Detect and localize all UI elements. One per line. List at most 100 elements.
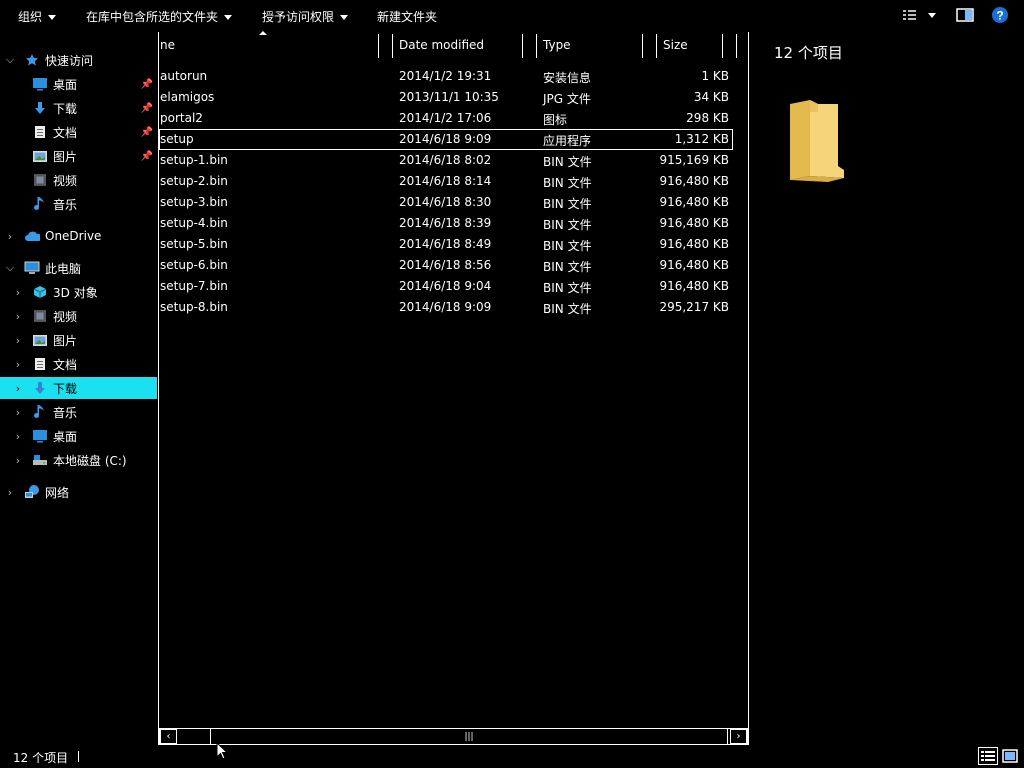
chevron-right-icon[interactable]: ›	[13, 382, 23, 395]
nav-quick-access[interactable]: ⌵ 快速访问	[0, 49, 157, 71]
column-header-name[interactable]: ne	[160, 32, 378, 58]
nav-item-pc-downloads[interactable]: › 下载	[0, 377, 157, 399]
nav-item-pc-desktop[interactable]: › 桌面	[0, 425, 157, 447]
nav-this-pc[interactable]: ⌵ 此电脑	[0, 257, 157, 279]
nav-label: 文档	[53, 357, 78, 372]
chevron-right-icon[interactable]: ›	[13, 358, 23, 371]
file-type: BIN 文件	[543, 260, 592, 274]
column-divider[interactable]	[642, 34, 643, 58]
large-icons-view-button[interactable]	[1000, 747, 1020, 765]
horizontal-scrollbar[interactable]: ‹ ||| ›	[159, 728, 748, 745]
nav-label: 本地磁盘 (C:)	[53, 453, 127, 468]
nav-item-downloads[interactable]: 下载 📌	[0, 97, 157, 119]
file-name: autorun	[160, 69, 208, 83]
column-header-date[interactable]: Date modified	[399, 32, 521, 58]
pin-icon: 📌	[140, 126, 153, 138]
file-type: BIN 文件	[543, 176, 592, 190]
chevron-right-icon[interactable]: ›	[13, 310, 23, 323]
preview-title: 12 个项目	[774, 44, 843, 62]
chevron-right-icon[interactable]: ›	[13, 286, 23, 299]
nav-onedrive[interactable]: › OneDrive	[0, 225, 157, 247]
nav-item-desktop[interactable]: 桌面 📌	[0, 73, 157, 95]
chevron-right-icon[interactable]: ›	[13, 406, 23, 419]
nav-item-pc-music[interactable]: › 音乐	[0, 401, 157, 423]
navigation-pane: ⌵ 快速访问 桌面 📌 下载 📌 文档 📌 图片 📌 视频 音乐 › OneDr…	[0, 44, 157, 744]
file-row[interactable]: setup-4.bin 2014/6/18 8:39 BIN 文件 916,480 K…	[159, 213, 733, 234]
chevron-right-icon[interactable]: ›	[13, 334, 23, 347]
column-divider[interactable]	[378, 34, 379, 58]
nav-label: 快速访问	[45, 53, 94, 68]
file-row[interactable]: setup-6.bin 2014/6/18 8:56 BIN 文件 916,480 K…	[159, 255, 733, 276]
computer-icon	[24, 260, 40, 276]
include-in-library-menu[interactable]: 在库中包含所选的文件夹	[86, 8, 233, 25]
file-row[interactable]: elamigos 2013/11/1 10:35 JPG 文件 34 KB	[159, 87, 733, 108]
file-row[interactable]: autorun 2014/1/2 19:31 安装信息 1 KB	[159, 66, 733, 87]
column-divider[interactable]	[392, 34, 393, 58]
network-icon	[24, 484, 40, 500]
scrollbar-thumb[interactable]: |||	[210, 729, 728, 744]
desktop-icon	[32, 428, 48, 444]
nav-item-pc-videos[interactable]: › 视频	[0, 305, 157, 327]
file-size: 916,480 KB	[659, 195, 729, 209]
file-date-modified: 2014/6/18 8:39	[399, 216, 492, 230]
chevron-right-icon[interactable]: ›	[13, 454, 23, 467]
nav-item-pc-documents[interactable]: › 文档	[0, 353, 157, 375]
file-name: setup-7.bin	[160, 279, 228, 293]
file-type: BIN 文件	[543, 302, 592, 316]
nav-label: 桌面	[53, 429, 78, 444]
nav-item-videos[interactable]: 视频	[0, 169, 157, 191]
column-divider[interactable]	[536, 34, 537, 58]
nav-item-documents[interactable]: 文档 📌	[0, 121, 157, 143]
file-type: BIN 文件	[543, 281, 592, 295]
new-folder-label: 新建文件夹	[377, 10, 438, 24]
column-divider[interactable]	[656, 34, 657, 58]
nav-label: 下载	[53, 101, 78, 116]
file-size: 295,217 KB	[659, 300, 729, 314]
file-size: 915,169 KB	[659, 153, 729, 167]
chevron-down-icon	[224, 15, 233, 20]
file-date-modified: 2014/6/18 9:04	[399, 279, 492, 293]
file-size: 298 KB	[686, 111, 729, 125]
file-type: BIN 文件	[543, 218, 592, 232]
file-type: 图标	[543, 113, 568, 127]
organize-menu[interactable]: 组织	[18, 8, 57, 25]
nav-item-music[interactable]: 音乐	[0, 193, 157, 215]
file-row[interactable]: setup-8.bin 2014/6/18 9:09 BIN 文件 295,217 K…	[159, 297, 733, 318]
file-row[interactable]: setup-5.bin 2014/6/18 8:49 BIN 文件 916,480 K…	[159, 234, 733, 255]
file-date-modified: 2014/6/18 8:14	[399, 174, 492, 188]
chevron-down-icon[interactable]: ⌵	[5, 261, 15, 275]
chevron-right-icon[interactable]: ›	[5, 230, 15, 243]
new-folder-button[interactable]: 新建文件夹	[377, 8, 437, 25]
scroll-left-button[interactable]: ‹	[160, 729, 177, 744]
file-type: 安装信息	[543, 71, 592, 85]
star-icon	[24, 52, 40, 68]
preview-pane-button[interactable]	[956, 6, 974, 27]
file-date-modified: 2014/6/18 8:49	[399, 237, 492, 251]
file-row[interactable]: setup-2.bin 2014/6/18 8:14 BIN 文件 916,480 K…	[159, 171, 733, 192]
column-divider[interactable]	[722, 34, 723, 58]
file-row[interactable]: setup 2014/6/18 9:09 应用程序 1,312 KB	[159, 129, 733, 150]
chevron-right-icon[interactable]: ›	[5, 486, 15, 499]
details-view-button[interactable]	[978, 747, 998, 765]
chevron-right-icon[interactable]: ›	[13, 430, 23, 443]
column-divider[interactable]	[522, 34, 523, 58]
nav-item-pictures[interactable]: 图片 📌	[0, 145, 157, 167]
scroll-right-button[interactable]: ›	[730, 729, 747, 744]
file-row[interactable]: setup-7.bin 2014/6/18 9:04 BIN 文件 916,480 K…	[159, 276, 733, 297]
column-header-type[interactable]: Type	[543, 32, 641, 58]
chevron-down-icon[interactable]: ⌵	[5, 53, 15, 67]
nav-item-local-disk[interactable]: › 本地磁盘 (C:)	[0, 449, 157, 471]
file-row[interactable]: setup-1.bin 2014/6/18 8:02 BIN 文件 915,169 K…	[159, 150, 733, 171]
nav-item-pc-pictures[interactable]: › 图片	[0, 329, 157, 351]
grant-access-menu[interactable]: 授予访问权限	[262, 8, 349, 25]
change-view-button[interactable]	[902, 6, 938, 27]
file-row[interactable]: portal2 2014/1/2 17:06 图标 298 KB	[159, 108, 733, 129]
svg-text:?: ?	[996, 9, 1003, 23]
column-divider[interactable]	[736, 34, 737, 58]
nav-item-3d-objects[interactable]: › 3D 对象	[0, 281, 157, 303]
column-header-size[interactable]: Size	[663, 32, 721, 58]
help-button[interactable]: ?	[991, 6, 1009, 27]
file-size: 34 KB	[693, 90, 729, 104]
file-row[interactable]: setup-3.bin 2014/6/18 8:30 BIN 文件 916,480 K…	[159, 192, 733, 213]
nav-network[interactable]: › 网络	[0, 481, 157, 503]
